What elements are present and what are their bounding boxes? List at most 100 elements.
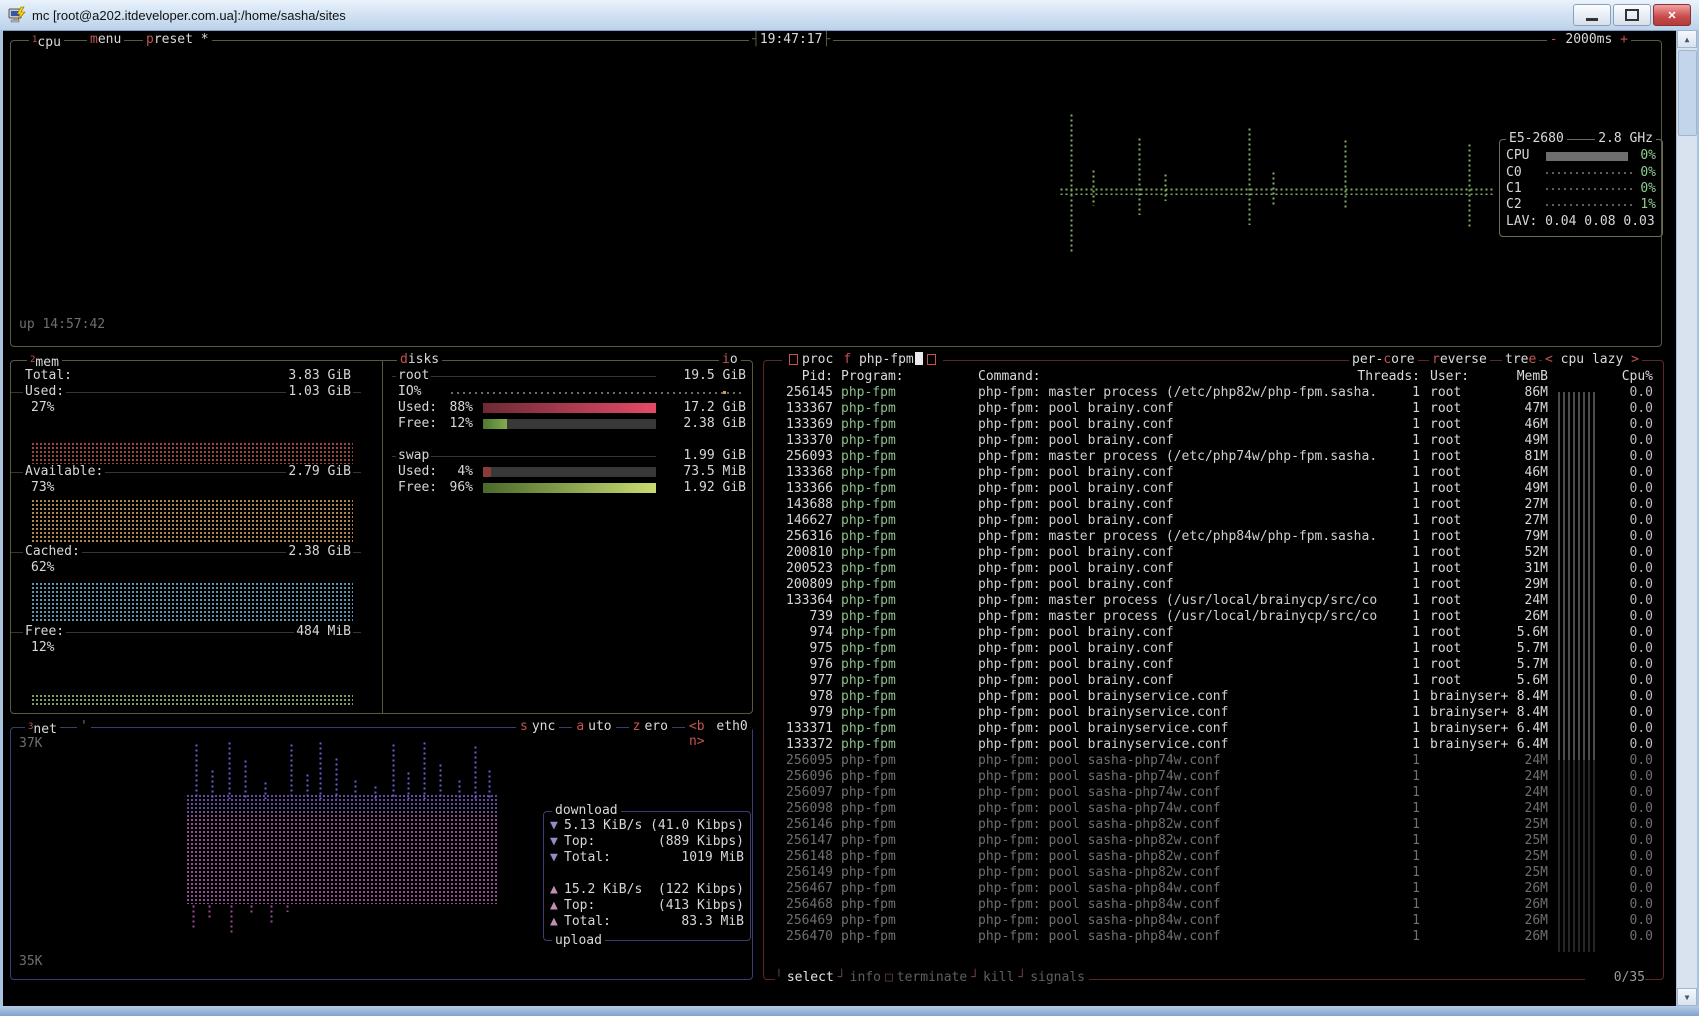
arrow-up-icon: ▲ xyxy=(1685,35,1690,44)
window-border-left xyxy=(0,30,3,1006)
process-row[interactable]: 977php-fpmphp-fpm: pool brainy.conf1root… xyxy=(763,673,1662,689)
core0-graph xyxy=(1546,172,1632,174)
scroll-down-button[interactable]: ▼ xyxy=(1677,988,1697,1006)
cpu-freq-label: 2.8 GHz xyxy=(1595,131,1656,147)
process-row[interactable]: 133369php-fpmphp-fpm: pool brainy.conf1r… xyxy=(763,417,1662,433)
disk-root-used-bar xyxy=(483,403,684,413)
download-top-row: ▼Top:(889 Kibps) xyxy=(544,834,750,850)
process-row[interactable]: 256145php-fpmphp-fpm: master process (/e… xyxy=(763,385,1662,401)
process-row[interactable]: 256468php-fpmphp-fpm: pool sasha-php84w.… xyxy=(763,897,1662,913)
core2-row: C2 1% xyxy=(1506,197,1656,213)
up-arrow-icon: ▲ xyxy=(550,914,564,930)
mem-cached-row: Cached:2.38 GiB xyxy=(23,544,353,560)
mem-cached-graph xyxy=(31,582,353,621)
disk-swap-used-bar xyxy=(483,467,684,477)
disk-root-io-row: IO% xyxy=(396,384,746,400)
terminate-action[interactable]: terminate xyxy=(893,970,971,986)
upload-top-row: ▲Top:(413 Kibps) xyxy=(544,898,750,914)
mem-available-graph xyxy=(31,499,353,544)
info-action[interactable]: info xyxy=(846,970,885,986)
process-row[interactable]: 978php-fpmphp-fpm: pool brainyservice.co… xyxy=(763,689,1662,705)
scrollbar[interactable]: ▲ ▼ xyxy=(1676,30,1697,1006)
process-row[interactable]: 256093php-fpmphp-fpm: master process (/e… xyxy=(763,449,1662,465)
down-arrow-icon: ▼ xyxy=(550,850,564,866)
proc-box-title: proc xyxy=(802,352,833,367)
cpu-box: 1cpu menu preset * ┤19:47:17├ - 2000ms +… xyxy=(10,40,1662,347)
process-row[interactable]: 256097php-fpmphp-fpm: pool sasha-php74w.… xyxy=(763,785,1662,801)
mem-used-percent: 27% xyxy=(31,400,54,416)
down-arrow-icon: ▼ xyxy=(550,818,564,834)
process-row[interactable]: 256095php-fpmphp-fpm: pool sasha-php74w.… xyxy=(763,753,1662,769)
cpu-meter xyxy=(1546,152,1628,161)
process-row[interactable]: 256146php-fpmphp-fpm: pool sasha-php82w.… xyxy=(763,817,1662,833)
scroll-up-button[interactable]: ▲ xyxy=(1677,30,1697,48)
process-row[interactable]: 976php-fpmphp-fpm: pool brainy.conf1root… xyxy=(763,657,1662,673)
maximize-button[interactable] xyxy=(1613,4,1651,26)
download-rate-row: ▼5.13 KiB/s(41.0 Kibps) xyxy=(544,818,750,834)
process-row[interactable]: 975php-fpmphp-fpm: pool brainy.conf1root… xyxy=(763,641,1662,657)
disk-swap-used-row: Used: 4% 73.5 MiB xyxy=(396,464,746,480)
process-row[interactable]: 143688php-fpmphp-fpm: pool brainy.conf1r… xyxy=(763,497,1662,513)
minimize-button[interactable] xyxy=(1573,4,1611,26)
process-row[interactable]: 256147php-fpmphp-fpm: pool sasha-php82w.… xyxy=(763,833,1662,849)
filter-clear-icon[interactable] xyxy=(927,354,936,365)
process-row[interactable]: 133368php-fpmphp-fpm: pool brainy.conf1r… xyxy=(763,465,1662,481)
title-bar[interactable]: mc [root@a202.itdeveloper.com.ua]:/home/… xyxy=(0,0,1699,31)
process-row[interactable]: 200523php-fpmphp-fpm: pool brainy.conf1r… xyxy=(763,561,1662,577)
process-row[interactable]: 979php-fpmphp-fpm: pool brainyservice.co… xyxy=(763,705,1662,721)
process-row[interactable]: 200809php-fpmphp-fpm: pool brainy.conf1r… xyxy=(763,577,1662,593)
process-row[interactable]: 256470php-fpmphp-fpm: pool sasha-php84w.… xyxy=(763,929,1662,945)
mem-used-graph xyxy=(31,442,353,464)
mem-usage-dots xyxy=(1558,936,1598,952)
disk-io-activity-dot xyxy=(723,391,726,394)
process-row[interactable]: 256098php-fpmphp-fpm: pool sasha-php74w.… xyxy=(763,801,1662,817)
disks-box-title: disks xyxy=(397,352,442,368)
per-core-toggle[interactable]: per-core xyxy=(1349,352,1418,367)
process-row[interactable]: 256096php-fpmphp-fpm: pool sasha-php74w.… xyxy=(763,769,1662,785)
proc-table[interactable]: 256145php-fpmphp-fpm: master process (/e… xyxy=(763,385,1662,945)
uptime-label: up 14:57:42 xyxy=(19,317,105,332)
up-arrow-icon: ▲ xyxy=(550,898,564,914)
process-row[interactable]: 256467php-fpmphp-fpm: pool sasha-php84w.… xyxy=(763,881,1662,897)
disk-root-free-bar xyxy=(483,419,684,429)
net-box: 3net ' sync auto zero <b eth0 n> 37K 35K… xyxy=(10,727,753,980)
signals-action[interactable]: signals xyxy=(1026,970,1089,986)
net-info-box: download ▼5.13 KiB/s(41.0 Kibps) ▼Top:(8… xyxy=(543,811,751,941)
process-row[interactable]: 133366php-fpmphp-fpm: pool brainy.conf1r… xyxy=(763,481,1662,497)
select-action[interactable]: select xyxy=(783,970,838,986)
process-row[interactable]: 146627php-fpmphp-fpm: pool brainy.conf1r… xyxy=(763,513,1662,529)
tree-toggle[interactable]: tree xyxy=(1502,352,1539,367)
close-icon: ✕ xyxy=(1667,9,1676,22)
disk-swap-free-bar xyxy=(483,483,684,493)
process-row[interactable]: 739php-fpmphp-fpm: master process (/usr/… xyxy=(763,609,1662,625)
cpu-usage-graph xyxy=(11,41,1661,346)
process-row[interactable]: 974php-fpmphp-fpm: pool brainy.conf1root… xyxy=(763,625,1662,641)
reverse-toggle[interactable]: reverse xyxy=(1429,352,1490,367)
process-row[interactable]: 133364php-fpmphp-fpm: master process (/u… xyxy=(763,593,1662,609)
cpu-total-row: CPU 0% xyxy=(1506,148,1656,164)
sort-column-pager[interactable]: < cpu lazy > xyxy=(1542,352,1642,367)
process-row[interactable]: 256469php-fpmphp-fpm: pool sasha-php84w.… xyxy=(763,913,1662,929)
cpu-stats-panel: E5-2680 2.8 GHz CPU 0% C0 0% C1 0% C2 1% xyxy=(1499,139,1663,237)
close-button[interactable]: ✕ xyxy=(1653,4,1691,26)
disks-io-toggle[interactable]: io xyxy=(719,352,741,368)
process-row[interactable]: 133370php-fpmphp-fpm: pool brainy.conf1r… xyxy=(763,433,1662,449)
process-row[interactable]: 256149php-fpmphp-fpm: pool sasha-php82w.… xyxy=(763,865,1662,881)
scrollbar-thumb[interactable] xyxy=(1678,50,1697,136)
disk-root-used-row: Used: 88% 17.2 GiB xyxy=(396,400,746,416)
proc-toggle-icon[interactable] xyxy=(789,354,798,365)
process-row[interactable]: 200810php-fpmphp-fpm: pool brainy.conf1r… xyxy=(763,545,1662,561)
process-row[interactable]: 133371php-fpmphp-fpm: pool brainyservice… xyxy=(763,721,1662,737)
upload-label: upload xyxy=(552,933,605,949)
process-row[interactable]: 133372php-fpmphp-fpm: pool brainyservice… xyxy=(763,737,1662,753)
disk-root-free-row: Free: 12% 2.38 GiB xyxy=(396,416,746,432)
core1-row: C1 0% xyxy=(1506,181,1656,197)
kill-action[interactable]: kill xyxy=(979,970,1018,986)
proc-filter-input[interactable]: f php-fpm xyxy=(843,352,922,367)
up-arrow-icon: ▲ xyxy=(550,882,564,898)
process-row[interactable]: 256148php-fpmphp-fpm: pool sasha-php82w.… xyxy=(763,849,1662,865)
window-title: mc [root@a202.itdeveloper.com.ua]:/home/… xyxy=(32,8,1573,23)
process-row[interactable]: 133367php-fpmphp-fpm: pool brainy.conf1r… xyxy=(763,401,1662,417)
window-border-bottom xyxy=(0,1006,1699,1016)
process-row[interactable]: 256316php-fpmphp-fpm: master process (/e… xyxy=(763,529,1662,545)
